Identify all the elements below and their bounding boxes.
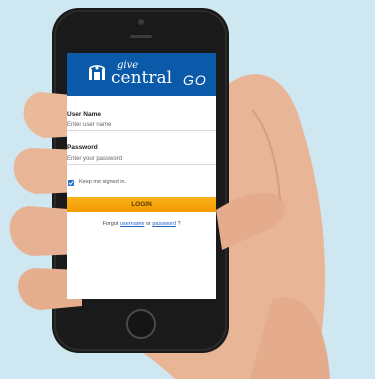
forgot-password-link[interactable]: password: [152, 221, 176, 227]
forgot-username-link[interactable]: username: [120, 221, 144, 227]
login-button[interactable]: LOGIN: [67, 197, 216, 212]
home-button: [126, 309, 156, 339]
password-input[interactable]: Enter your password: [67, 154, 216, 165]
brand-central-text: central: [111, 68, 173, 88]
forgot-or: or: [145, 221, 151, 227]
keep-signed-in-checkbox[interactable]: [68, 180, 74, 186]
keep-signed-in-row[interactable]: Keep me signed in.: [68, 179, 188, 188]
earpiece: [130, 35, 152, 38]
brand-go-text: GO: [183, 72, 207, 88]
app-header: give central GO: [67, 53, 216, 96]
front-camera: [138, 19, 144, 25]
username-label: User Name: [67, 111, 101, 118]
forgot-prefix: Forgot: [102, 221, 119, 227]
checkmark-icon: [68, 181, 74, 186]
phone-screen: give central GO User Name Enter user nam…: [67, 53, 216, 299]
give-central-logo-icon: [89, 65, 105, 80]
forgot-suffix: ?: [177, 221, 181, 227]
username-input[interactable]: Enter user name: [67, 120, 216, 131]
forgot-credentials-text: Forgot username or password ?: [67, 221, 216, 227]
password-label: Password: [67, 144, 98, 151]
keep-signed-in-label: Keep me signed in.: [79, 179, 127, 185]
